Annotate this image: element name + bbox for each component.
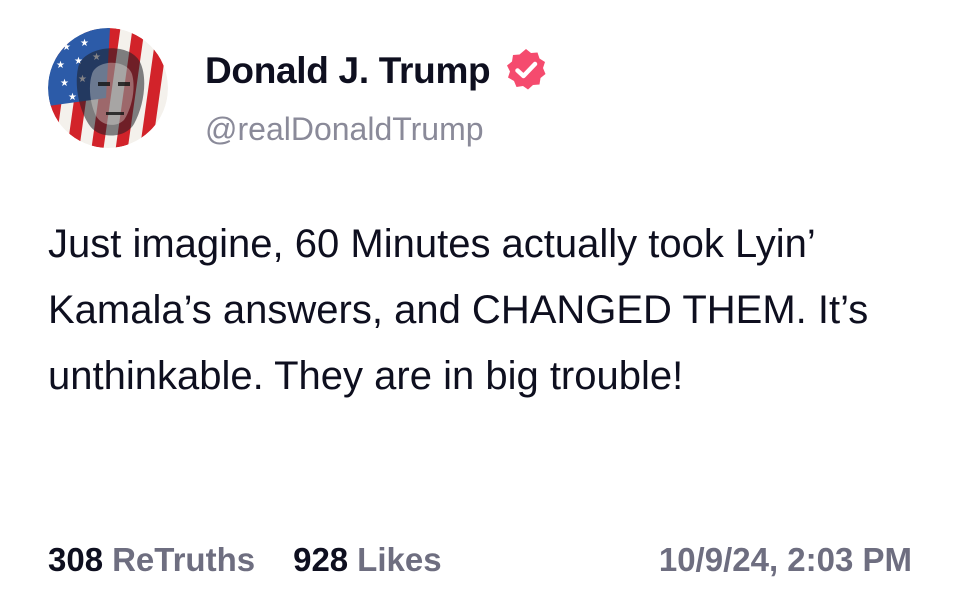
verified-badge-icon [502,46,550,94]
post-timestamp[interactable]: 10/9/24, 2:03 PM [659,541,912,579]
author-display-name[interactable]: Donald J. Trump [205,52,491,89]
svg-text:★: ★ [56,60,65,71]
likes-label: Likes [357,541,442,578]
svg-text:★: ★ [60,78,69,89]
author-handle[interactable]: @realDonaldTrump [205,110,484,148]
post-footer: 308 ReTruths 928 Likes 10/9/24, 2:03 PM [48,536,912,584]
truth-social-post: ★ ★ ★ ★ ★ ★ ★ ★ Donald J. Trump [0,0,960,598]
post-text: Just imagine, 60 Minutes actually took L… [48,222,869,398]
flag-portrait-avatar: ★ ★ ★ ★ ★ ★ ★ ★ [48,28,168,148]
profile-avatar[interactable]: ★ ★ ★ ★ ★ ★ ★ ★ [48,28,168,148]
retruths-count: 308 [48,541,104,578]
likes-count: 928 [293,541,349,578]
retruths-label: ReTruths [112,541,256,578]
author-name-row: Donald J. Trump [205,44,550,96]
retruths-stat[interactable]: 308 ReTruths [48,541,255,579]
svg-text:★: ★ [80,38,89,49]
svg-text:★: ★ [62,42,71,53]
svg-text:★: ★ [68,92,77,103]
likes-stat[interactable]: 928 Likes [293,541,441,579]
